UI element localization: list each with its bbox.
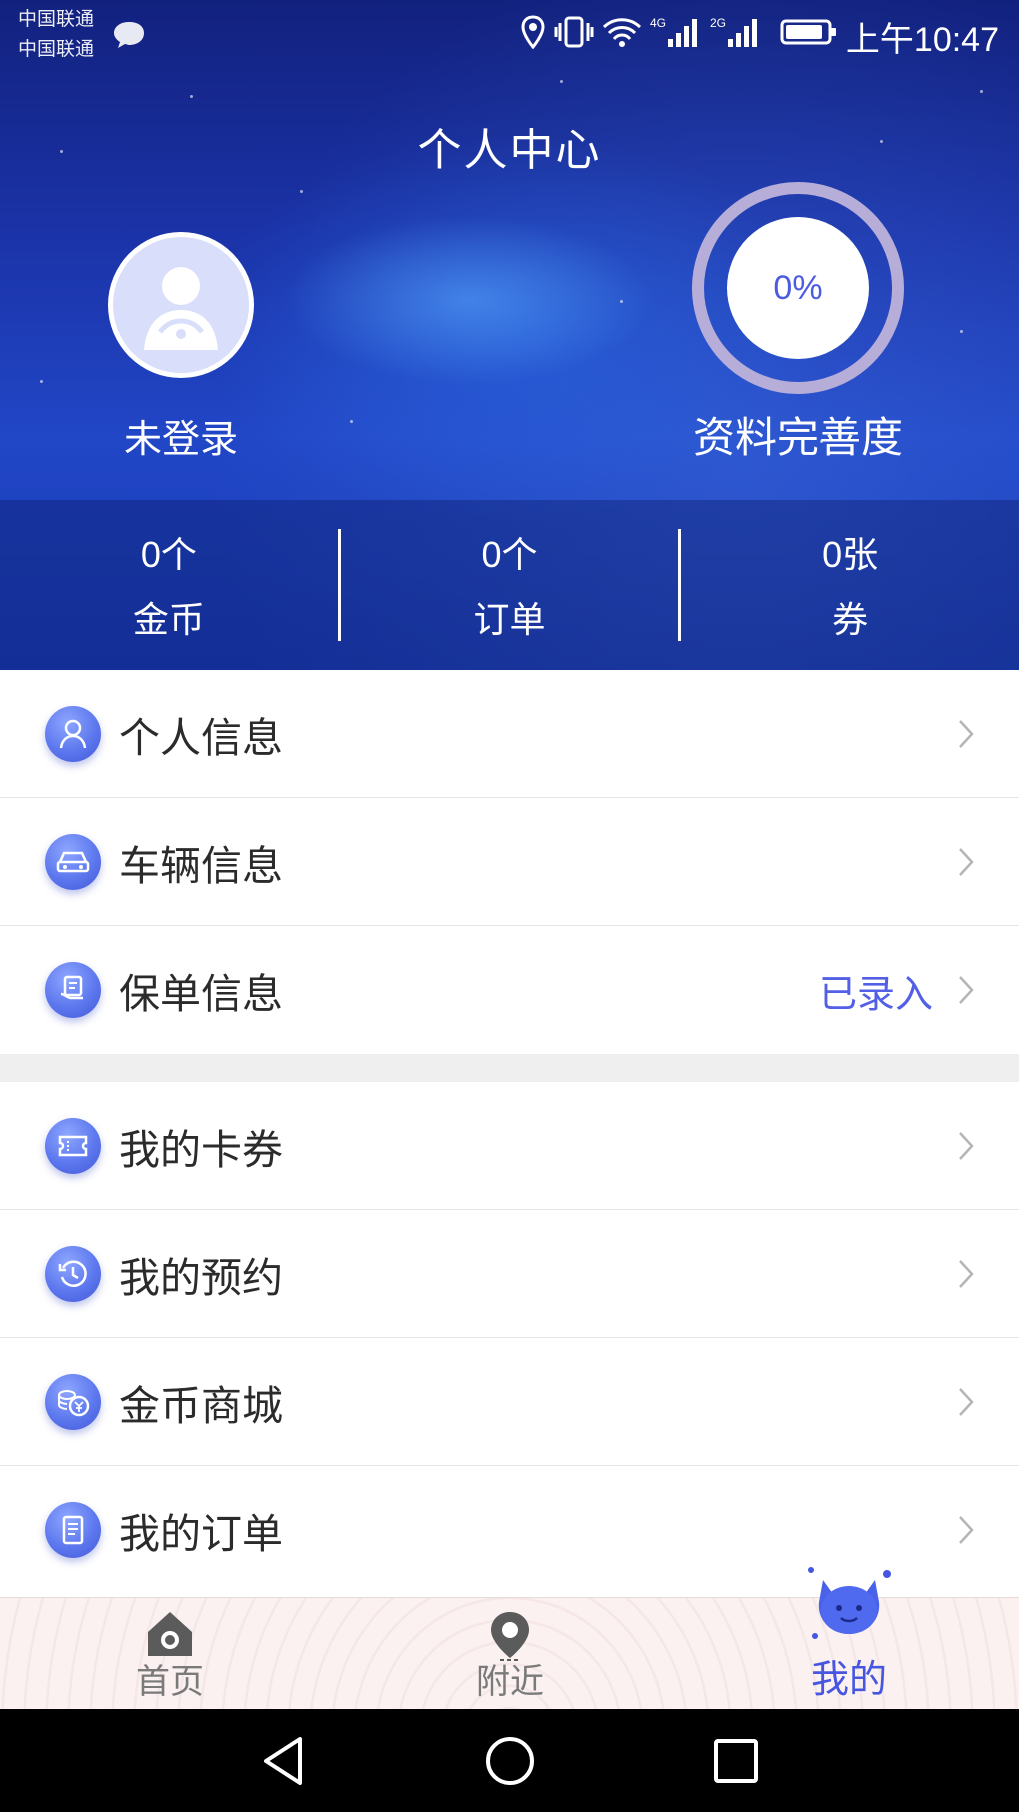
profile-header: 中国联通 中国联通 4G 2G 上午10:47 个人中心 未登录 0% 资料完善… [0, 0, 1019, 670]
person-icon [45, 705, 101, 762]
stat-label: 金币 [132, 600, 205, 641]
default-driver-avatar-icon [113, 237, 249, 373]
status-icons: 4G 2G [520, 14, 838, 54]
status-bar: 中国联通 中国联通 4G 2G 上午10:47 [0, 0, 1019, 70]
menu-label: 保单信息 [119, 970, 283, 1018]
wifi-icon [602, 15, 642, 53]
chevron-right-icon [957, 1130, 975, 1166]
avatar[interactable] [108, 232, 254, 378]
section-divider [0, 1054, 1019, 1082]
signal-2g-icon: 2G [710, 15, 762, 53]
back-icon[interactable] [254, 1731, 314, 1791]
stat-label: 订单 [473, 600, 546, 641]
bottom-tab-bar: 首页 附近 我的 [0, 1567, 1019, 1710]
status-time: 上午10:47 [845, 21, 999, 59]
menu-item-coin-mall[interactable]: 金币商城 [0, 1338, 1019, 1466]
car-icon [45, 833, 101, 890]
home-circle-icon[interactable] [480, 1731, 540, 1791]
chevron-right-icon [957, 1258, 975, 1294]
menu-item-policy-info[interactable]: 保单信息 已录入 [0, 926, 1019, 1054]
policy-status-value: 已录入 [818, 971, 933, 1016]
location-icon [520, 15, 546, 53]
completion-ring-center: 0% [727, 217, 869, 359]
policy-icon [45, 962, 101, 1018]
mascot-icon [801, 1560, 897, 1652]
completion-label: 资料完善度 [692, 413, 903, 462]
network-2-label: 2G [710, 16, 726, 30]
stat-coins[interactable]: 0个 金币 [0, 527, 338, 643]
chevron-right-icon [957, 1514, 975, 1550]
completion-value: 0% [773, 268, 823, 307]
chevron-right-icon [957, 1386, 975, 1422]
message-icon [112, 20, 146, 54]
menu-item-my-coupons[interactable]: 我的卡券 [0, 1082, 1019, 1210]
stat-label: 券 [832, 600, 869, 641]
menu-item-my-appointments[interactable]: 我的预约 [0, 1210, 1019, 1338]
tab-nearby[interactable]: 附近 [410, 1598, 610, 1710]
stat-coupons[interactable]: 0张 券 [681, 527, 1019, 643]
chevron-right-icon [957, 718, 975, 754]
menu-label: 我的预约 [119, 1253, 283, 1302]
vibrate-icon [554, 15, 594, 53]
menu-label: 金币商城 [119, 1381, 283, 1430]
tab-label: 我的 [810, 1657, 887, 1701]
menu-label: 我的订单 [119, 1510, 283, 1558]
stats-bar: 0个 金币 0个 订单 0张 券 [0, 500, 1019, 670]
signal-4g-icon: 4G [650, 15, 702, 53]
stat-value: 0个 [481, 534, 538, 575]
coins-icon [45, 1373, 101, 1430]
login-status-label[interactable]: 未登录 [81, 408, 281, 463]
network-1-label: 4G [650, 16, 666, 30]
tab-mine[interactable]: 我的 [749, 1567, 949, 1710]
tab-home[interactable]: 首页 [70, 1598, 270, 1710]
system-navigation-bar [0, 1709, 1019, 1812]
chevron-right-icon [957, 974, 975, 1010]
menu-list: 个人信息 车辆信息 保单信息 已录入 我的卡券 我的预约 金币商城 我的订单 [0, 670, 1019, 1594]
chevron-right-icon [957, 846, 975, 882]
stat-value: 0个 [140, 534, 197, 575]
carrier-1: 中国联通 [18, 8, 95, 30]
clock-icon [45, 1245, 101, 1302]
order-icon [45, 1502, 101, 1558]
recent-apps-icon[interactable] [706, 1731, 766, 1791]
ticket-icon [45, 1117, 101, 1174]
battery-icon [780, 17, 838, 51]
menu-item-vehicle-info[interactable]: 车辆信息 [0, 798, 1019, 926]
stat-value: 0张 [822, 534, 879, 575]
tab-label: 附近 [476, 1662, 544, 1702]
page-title: 个人中心 [417, 125, 602, 176]
menu-item-personal-info[interactable]: 个人信息 [0, 670, 1019, 798]
menu-label: 我的卡券 [119, 1125, 283, 1174]
stat-orders[interactable]: 0个 订单 [341, 527, 679, 643]
tab-label: 首页 [136, 1662, 204, 1702]
carrier-2: 中国联通 [18, 38, 95, 60]
menu-label: 个人信息 [119, 713, 283, 762]
menu-label: 车辆信息 [119, 841, 283, 890]
